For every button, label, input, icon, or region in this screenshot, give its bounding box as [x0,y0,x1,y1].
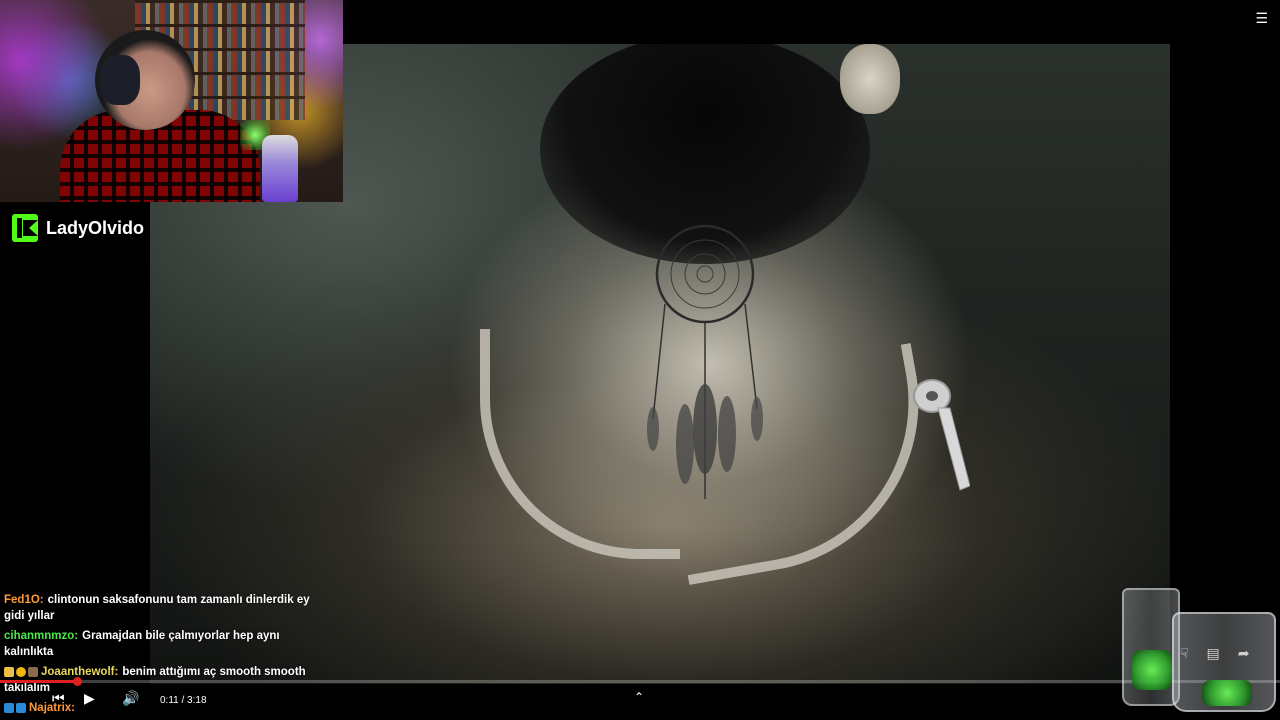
wolf-badge-icon [28,666,38,677]
short-glass [1172,612,1276,712]
headset [100,55,140,105]
key-shape [913,379,970,491]
progress-bar[interactable] [0,677,1280,686]
chat-username: Joaanthewolf: [41,666,119,678]
play-icon[interactable]: ▶ [84,690,95,707]
kick-logo-icon [12,214,38,242]
chat-message: Fed1O: clintonun saksafonunu tam zamanlı … [4,592,324,624]
chat-text: clintonun saksafonunu tam zamanlı dinler… [4,594,310,622]
chat-username: Fed1O: [4,594,44,606]
crown-badge-icon [4,666,14,677]
clover-fill [1202,680,1252,706]
chat-message: cihanmnmzo: Gramajdan bile çalmıyorlar he… [4,628,324,660]
volume-icon[interactable]: 🔊 [122,690,139,707]
channel-tag: LadyOlvido [12,214,144,242]
time-display: 0:11 / 3:18 [160,695,207,706]
channel-name: LadyOlvido [46,217,145,238]
webcam-overlay [0,0,343,202]
thumbs-down-icon[interactable]: ☟ [1180,645,1189,662]
overlay-actions: ☟ ▤ ➦ [1180,645,1250,662]
clover-fill [1132,650,1172,690]
skip-previous-icon[interactable]: ⏮ [52,690,65,707]
playlist-icon[interactable]: ☰ [1255,10,1268,27]
player-controls: ⏮ ▶ 🔊 0:11 / 3:18 ⌃ [0,688,1280,716]
comment-icon[interactable]: ▤ [1207,645,1220,662]
microphone [262,135,298,202]
dreamcatcher-tattoo [647,224,763,499]
share-icon[interactable]: ➦ [1238,645,1250,662]
ear-shape [840,44,900,114]
progress-thumb[interactable] [72,677,82,686]
chevron-up-icon[interactable]: ⌃ [634,690,644,704]
chat-badges [4,666,38,677]
chat-username: cihanmnmzo: [4,630,79,642]
progress-fill [0,680,77,683]
coin-badge-icon [16,666,26,677]
